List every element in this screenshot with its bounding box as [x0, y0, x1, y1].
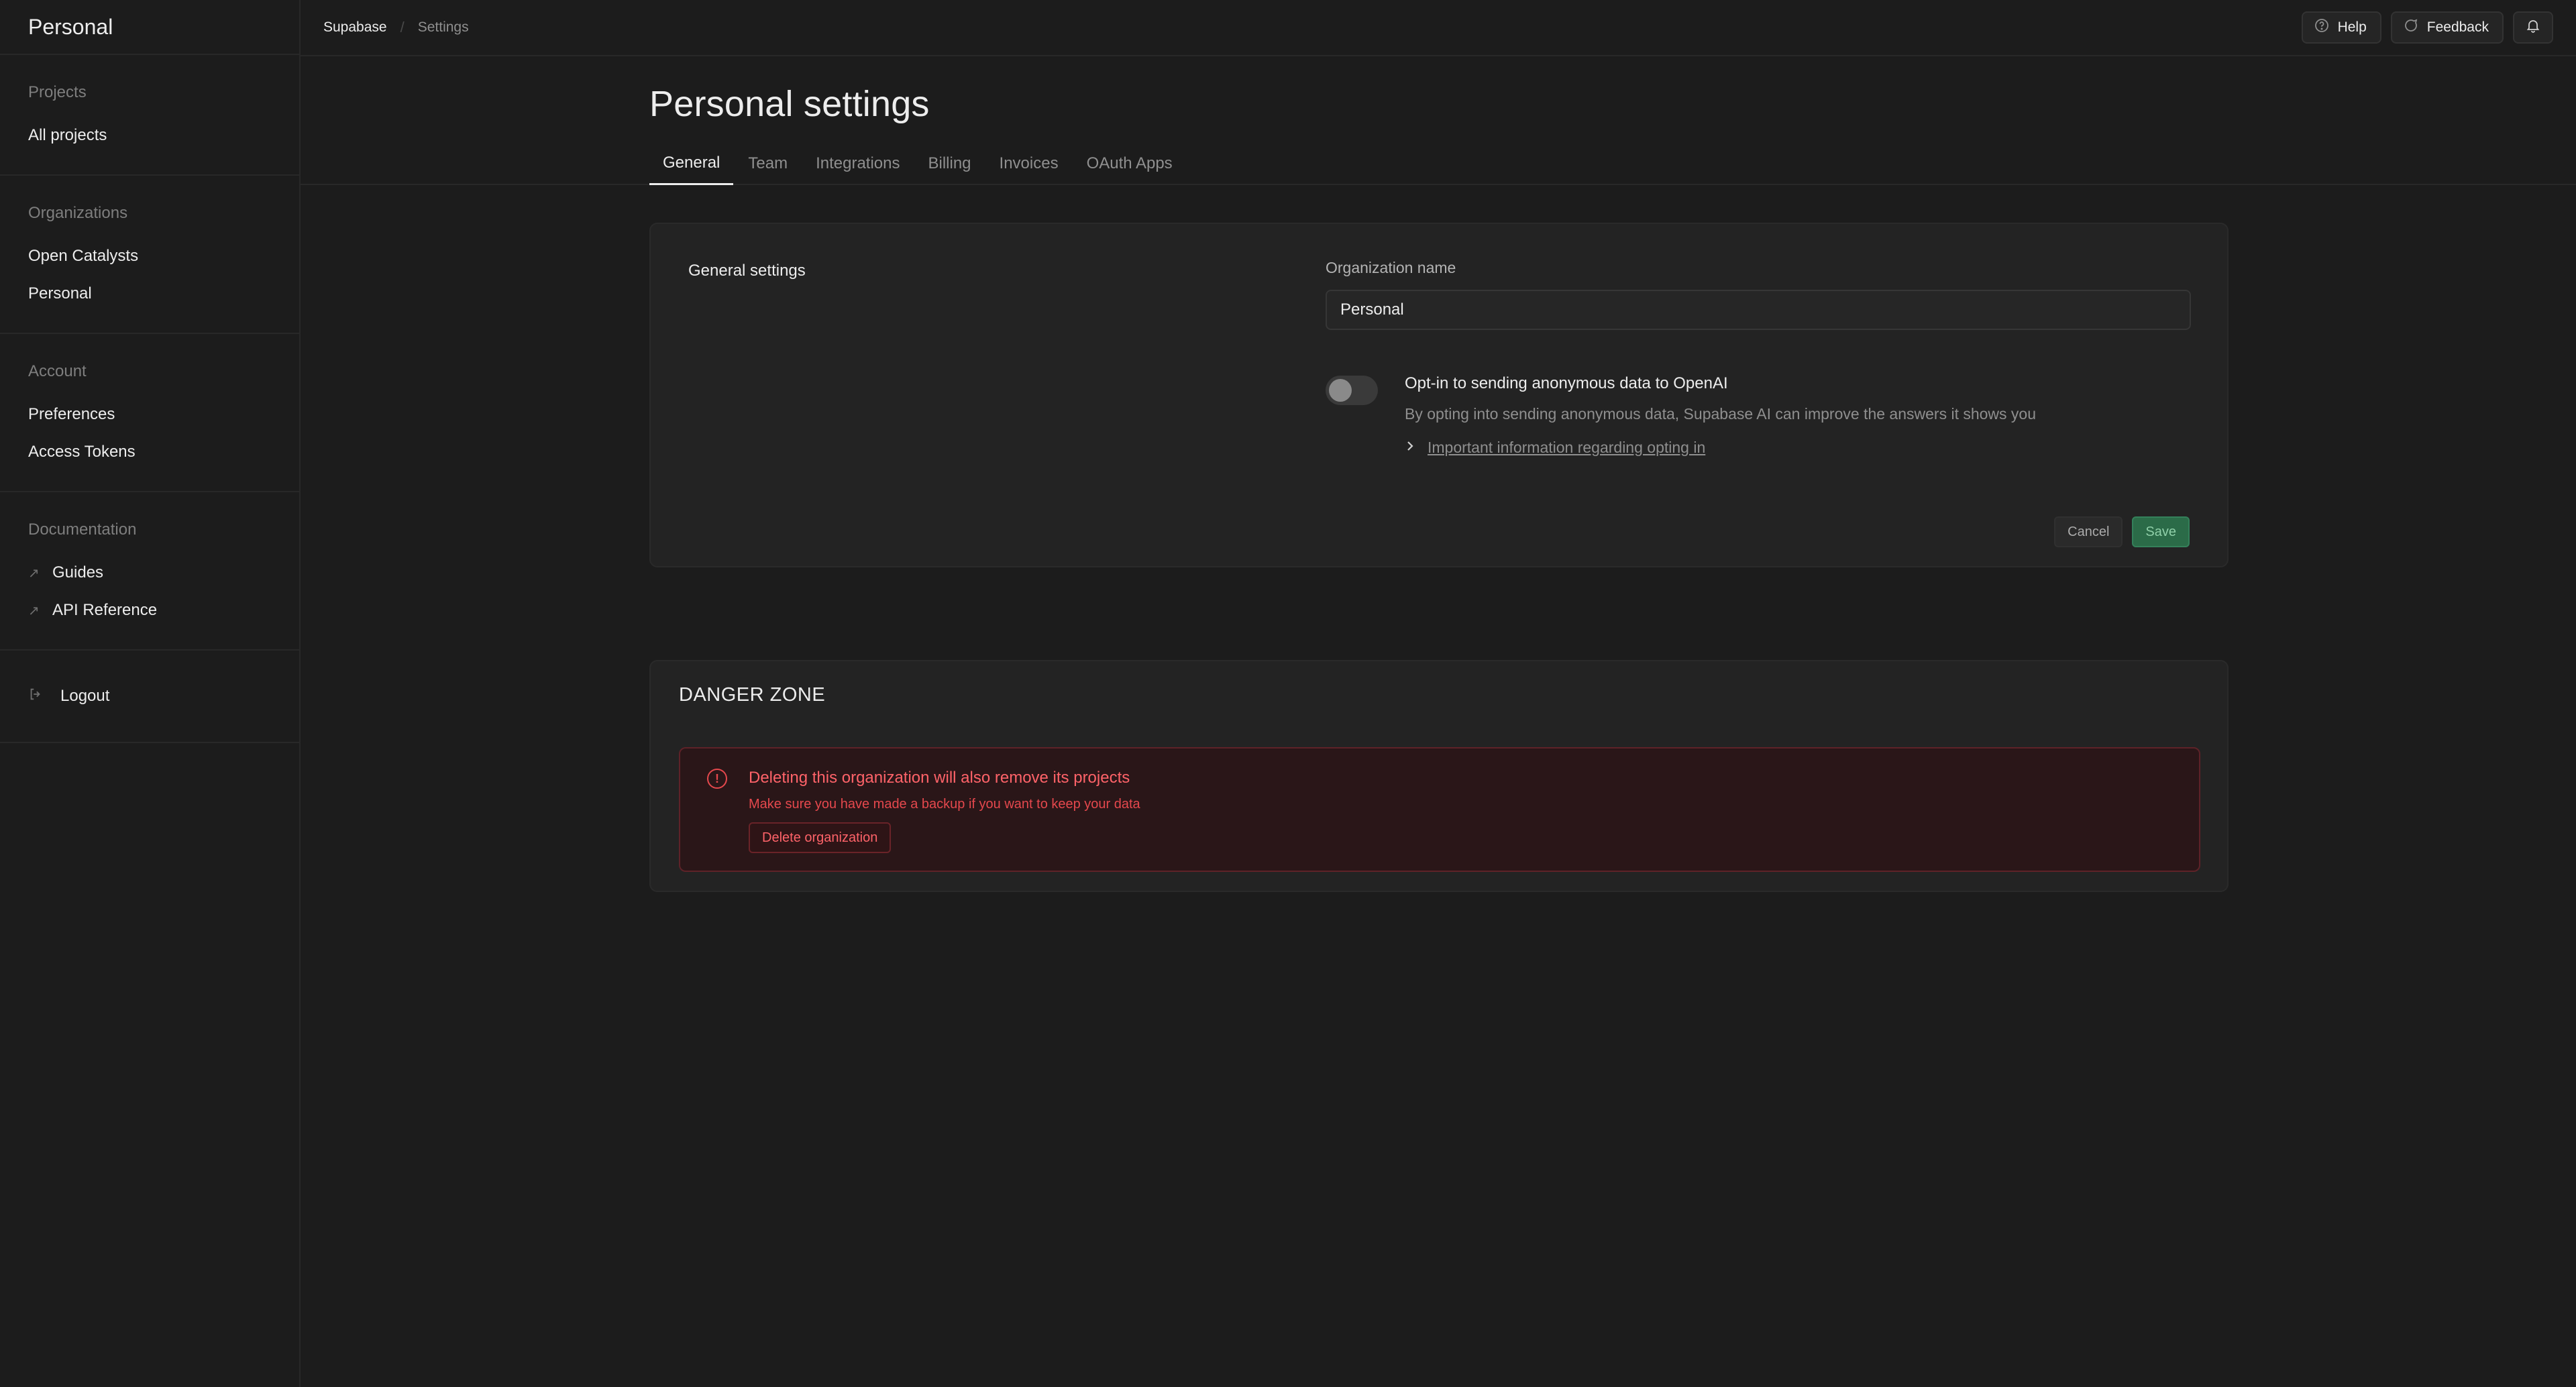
sidebar-item-label: Guides [52, 563, 104, 581]
page-header: Personal settings [649, 83, 930, 125]
sidebar-item-label: Access Tokens [28, 443, 136, 461]
sidebar-section-label: Organizations [28, 204, 128, 222]
sidebar-section-logout: Logout [0, 651, 299, 743]
bell-icon [2525, 17, 2541, 38]
danger-zone-title: DANGER ZONE [679, 684, 826, 706]
optin-info-link[interactable]: Important information regarding opting i… [1428, 439, 1705, 457]
org-name-label: Organization name [1326, 259, 1456, 276]
sidebar-item-label: Personal [28, 284, 92, 302]
tab-integrations[interactable]: Integrations [802, 142, 913, 185]
help-label: Help [2337, 19, 2367, 35]
sidebar-section-projects: Projects All projects [0, 55, 299, 176]
delete-organization-button[interactable]: Delete organization [749, 822, 892, 853]
chevron-right-icon [1405, 439, 1415, 457]
danger-alert: ! Deleting this organization will also r… [679, 747, 2200, 872]
notifications-button[interactable] [2513, 11, 2553, 44]
topbar: Supabase / Settings Help Feedback [301, 0, 2576, 56]
tab-oauth-apps[interactable]: OAuth Apps [1073, 142, 1186, 185]
help-button[interactable]: Help [2301, 11, 2381, 44]
openai-optin-toggle[interactable] [1326, 376, 1378, 405]
page-title: Personal settings [649, 84, 930, 124]
save-button[interactable]: Save [2132, 516, 2190, 547]
general-settings-label: General settings [688, 262, 806, 280]
tab-invoices[interactable]: Invoices [986, 142, 1072, 185]
tabs: General Team Integrations Billing Invoic… [649, 142, 1186, 185]
tab-team[interactable]: Team [735, 142, 801, 185]
sidebar-item-label: Open Catalysts [28, 247, 139, 265]
sidebar-item-personal[interactable]: Personal [28, 275, 271, 313]
sidebar-title: Personal [28, 14, 113, 39]
feedback-button[interactable]: Feedback [2390, 11, 2504, 44]
logout-button[interactable]: Logout [28, 677, 271, 715]
sidebar-section-label: Projects [28, 83, 87, 101]
sidebar-item-preferences[interactable]: Preferences [28, 396, 271, 433]
message-bubble-icon [2403, 17, 2419, 38]
optin-description: By opting into sending anonymous data, S… [1405, 405, 2037, 423]
sidebar: Personal Projects All projects Organizat… [0, 0, 301, 1387]
sidebar-item-label: All projects [28, 126, 107, 144]
sidebar-item-open-catalysts[interactable]: Open Catalysts [28, 237, 271, 275]
tab-billing[interactable]: Billing [915, 142, 985, 185]
sidebar-item-access-tokens[interactable]: Access Tokens [28, 433, 271, 471]
main-content: Personal settings General Team Integrati… [301, 56, 2576, 1387]
optin-title: Opt-in to sending anonymous data to Open… [1405, 374, 1728, 392]
sidebar-item-all-projects[interactable]: All projects [28, 117, 271, 154]
arrow-up-right-icon: ↗ [28, 565, 40, 581]
toggle-knob [1329, 379, 1352, 402]
tab-general[interactable]: General [649, 142, 734, 185]
danger-zone-card: DANGER ZONE ! Deleting this organization… [649, 660, 2229, 892]
sidebar-item-api-reference[interactable]: ↗ API Reference [28, 592, 271, 629]
cancel-button[interactable]: Cancel [2054, 516, 2123, 547]
sidebar-section-label: Account [28, 362, 87, 380]
alert-circle-icon: ! [707, 769, 727, 789]
sidebar-item-guides[interactable]: ↗ Guides [28, 554, 271, 592]
general-actions: Cancel Save [2054, 516, 2190, 547]
optin-info-disclosure[interactable]: Important information regarding opting i… [1405, 439, 1705, 457]
org-name-input[interactable] [1326, 290, 2191, 330]
sidebar-section-documentation: Documentation ↗ Guides ↗ API Reference [0, 492, 299, 651]
topbar-actions: Help Feedback [2301, 11, 2553, 44]
help-circle-icon [2314, 17, 2330, 38]
sidebar-item-label: Preferences [28, 405, 115, 423]
breadcrumb-settings[interactable]: Settings [418, 19, 469, 36]
sidebar-section-label: Documentation [28, 520, 137, 539]
breadcrumb-separator: / [400, 19, 405, 36]
sidebar-header: Personal [0, 0, 299, 55]
danger-heading: Deleting this organization will also rem… [749, 769, 1130, 787]
logout-icon [28, 687, 52, 706]
arrow-up-right-icon: ↗ [28, 603, 40, 618]
sidebar-item-label: API Reference [52, 601, 158, 619]
sidebar-section-organizations: Organizations Open Catalysts Personal [0, 176, 299, 334]
danger-subtext: Make sure you have made a backup if you … [749, 797, 1140, 812]
logout-label: Logout [60, 687, 110, 705]
breadcrumb: Supabase / Settings [323, 19, 469, 36]
feedback-label: Feedback [2426, 19, 2489, 35]
general-settings-card: General settings Organization name Opt-i… [649, 223, 2229, 567]
sidebar-section-account: Account Preferences Access Tokens [0, 334, 299, 492]
tabs-row: General Team Integrations Billing Invoic… [301, 142, 2576, 185]
breadcrumb-supabase[interactable]: Supabase [323, 19, 387, 36]
